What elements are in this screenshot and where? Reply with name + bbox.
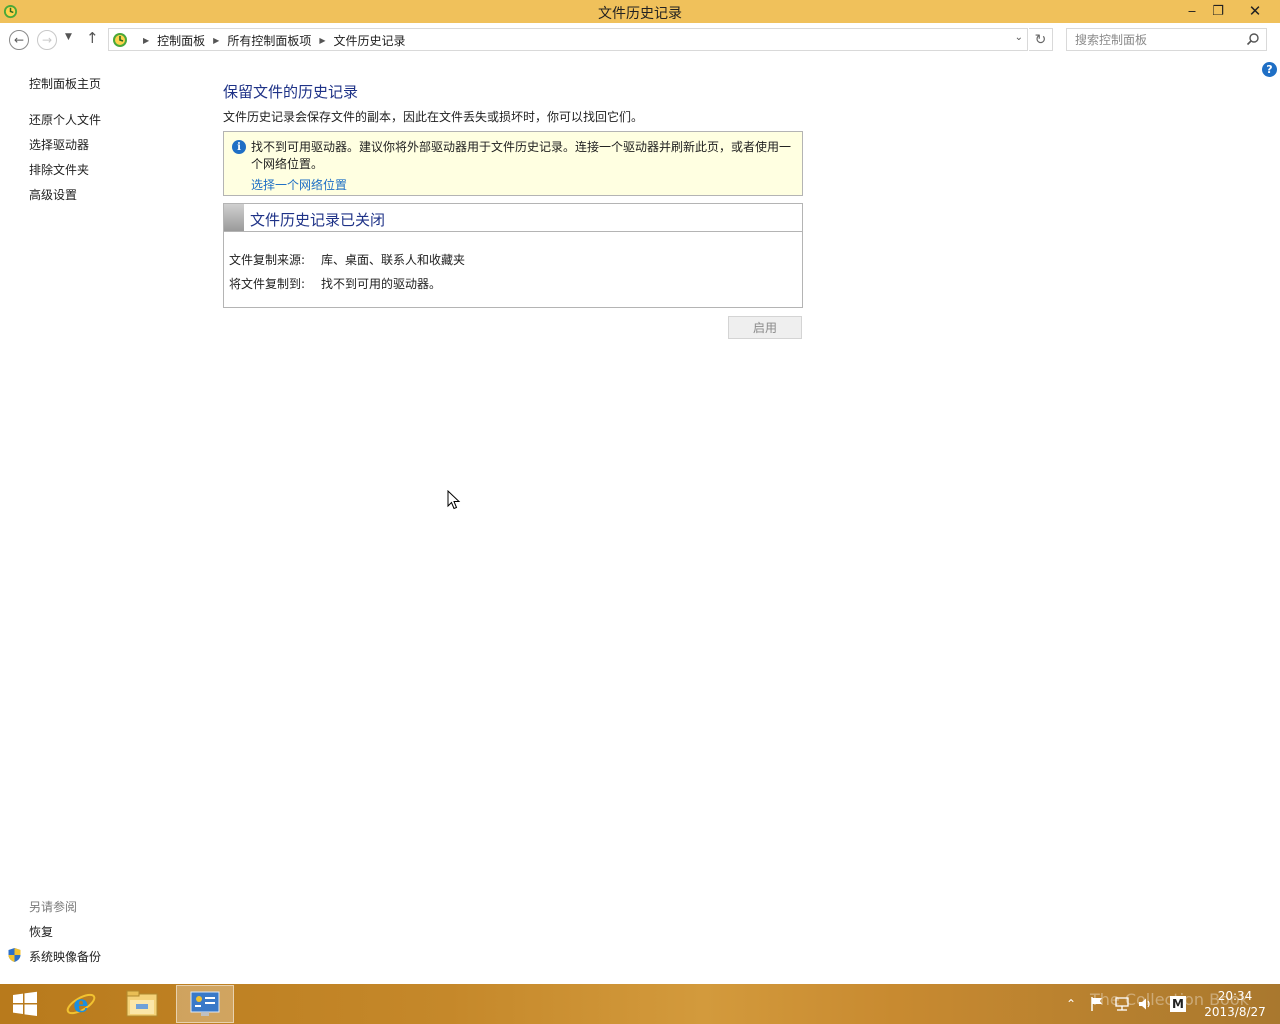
forward-button[interactable]: →: [37, 30, 57, 50]
speaker-icon: [1139, 998, 1150, 1010]
select-drive-link[interactable]: 选择驱动器: [29, 136, 89, 153]
advanced-settings-link[interactable]: 高级设置: [29, 186, 77, 203]
select-network-location-link[interactable]: 选择一个网络位置: [251, 176, 347, 193]
navigation-bar: ← → ▼ ↑ ▶ 控制面板 ▶ 所有控制面板项 ▶ 文件历史记录 ⌄ ↻: [0, 23, 1280, 57]
up-button[interactable]: ↑: [86, 29, 99, 47]
shield-icon: [8, 948, 21, 962]
file-history-icon: [113, 33, 127, 47]
show-hidden-icons-button[interactable]: ⌃: [1066, 984, 1076, 1024]
clock-date: 2013/8/27: [1204, 1005, 1266, 1019]
network-icon: [1115, 997, 1129, 1011]
back-button[interactable]: ←: [9, 30, 29, 50]
chevron-up-icon: ⌃: [1066, 997, 1077, 1011]
action-center-button[interactable]: [1090, 984, 1104, 1024]
folder-icon: [126, 990, 158, 1017]
status-title: 文件历史记录已关闭: [250, 211, 386, 229]
breadcrumb-separator-icon[interactable]: ▶: [319, 36, 325, 45]
breadcrumb-separator-icon[interactable]: ▶: [213, 36, 219, 45]
flag-icon: [1091, 997, 1102, 1011]
enable-button[interactable]: 启用: [728, 316, 802, 339]
page-title: 保留文件的历史记录: [223, 83, 359, 101]
svg-text:e: e: [73, 989, 88, 1018]
copy-target-row: 将文件复制到: 找不到可用的驱动器。: [229, 275, 441, 292]
control-panel-home-link[interactable]: 控制面板主页: [29, 75, 101, 92]
breadcrumb-file-history[interactable]: 文件历史记录: [334, 32, 406, 49]
info-icon: i: [232, 140, 246, 154]
help-button[interactable]: ?: [1262, 62, 1277, 77]
control-panel-icon: [190, 991, 220, 1016]
mouse-pointer-icon: [447, 490, 461, 510]
minimize-button[interactable]: ‒: [1178, 0, 1206, 22]
status-indicator: [224, 204, 244, 231]
recovery-link[interactable]: 恢复: [29, 923, 53, 940]
arrow-up-icon: ↑: [86, 29, 99, 47]
clock-time: 20:34: [1217, 989, 1253, 1003]
file-explorer-button[interactable]: [118, 985, 166, 1023]
address-bar[interactable]: ▶ 控制面板 ▶ 所有控制面板项 ▶ 文件历史记录 ⌄: [108, 28, 1028, 51]
control-panel-taskbar-button[interactable]: [176, 985, 234, 1023]
see-also-heading: 另请参阅: [29, 900, 78, 914]
address-dropdown-icon[interactable]: ⌄: [1015, 32, 1023, 43]
page-description: 文件历史记录会保存文件的副本，因此在文件丢失或损坏时，你可以找回它们。: [223, 110, 644, 124]
arrow-right-icon: →: [41, 33, 53, 47]
system-image-backup-link[interactable]: 系统映像备份: [29, 948, 101, 965]
input-method-button[interactable]: M: [1170, 984, 1186, 1024]
breadcrumb-separator-icon[interactable]: ▶: [143, 36, 149, 45]
recent-locations-dropdown[interactable]: ▼: [65, 32, 72, 42]
info-banner: i 找不到可用驱动器。建议你将外部驱动器用于文件历史记录。连接一个驱动器并刷新此…: [223, 131, 803, 196]
ime-indicator: M: [1170, 996, 1186, 1012]
copy-source-label: 文件复制来源:: [229, 253, 306, 267]
info-message: 找不到可用驱动器。建议你将外部驱动器用于文件历史记录。连接一个驱动器并刷新此页，…: [251, 140, 792, 171]
start-button[interactable]: [0, 985, 50, 1023]
breadcrumb-control-panel[interactable]: 控制面板: [157, 32, 205, 49]
status-panel: 文件历史记录已关闭 文件复制来源: 库、桌面、联系人和收藏夹 将文件复制到: 找不到…: [223, 203, 803, 308]
windows-logo-icon: [13, 991, 37, 1016]
internet-explorer-icon: e: [66, 989, 96, 1018]
chevron-down-icon: ▼: [65, 32, 72, 42]
exclude-folders-link[interactable]: 排除文件夹: [29, 161, 89, 178]
arrow-left-icon: ←: [13, 33, 25, 47]
close-button[interactable]: ✕: [1240, 0, 1270, 22]
copy-source-row: 文件复制来源: 库、桌面、联系人和收藏夹: [229, 251, 465, 268]
copy-target-value: 找不到可用的驱动器。: [321, 277, 442, 291]
search-input[interactable]: [1067, 29, 1237, 50]
status-header: 文件历史记录已关闭: [224, 204, 802, 232]
copy-target-label: 将文件复制到:: [229, 277, 306, 291]
title-bar: 文件历史记录 ‒ ❐ ✕: [0, 0, 1280, 23]
breadcrumb-all-control-panel-items[interactable]: 所有控制面板项: [227, 32, 311, 49]
internet-explorer-button[interactable]: e: [58, 985, 104, 1023]
refresh-icon: ↻: [1034, 31, 1047, 48]
refresh-button[interactable]: ↻: [1029, 28, 1053, 51]
volume-button[interactable]: [1137, 984, 1153, 1024]
maximize-button[interactable]: ❐: [1204, 0, 1232, 22]
restore-personal-files-link[interactable]: 还原个人文件: [29, 111, 101, 128]
network-button[interactable]: [1114, 984, 1130, 1024]
breadcrumb: ▶ 控制面板 ▶ 所有控制面板项 ▶ 文件历史记录: [135, 32, 406, 49]
search-box: [1066, 28, 1267, 51]
copy-source-value: 库、桌面、联系人和收藏夹: [321, 253, 466, 267]
window-title: 文件历史记录: [598, 6, 682, 22]
taskbar: e The Collection Book ⌃ M 20:34 2013/8/2…: [0, 984, 1280, 1024]
search-icon[interactable]: [1246, 32, 1260, 46]
clock[interactable]: 20:34 2013/8/27: [1195, 988, 1275, 1020]
